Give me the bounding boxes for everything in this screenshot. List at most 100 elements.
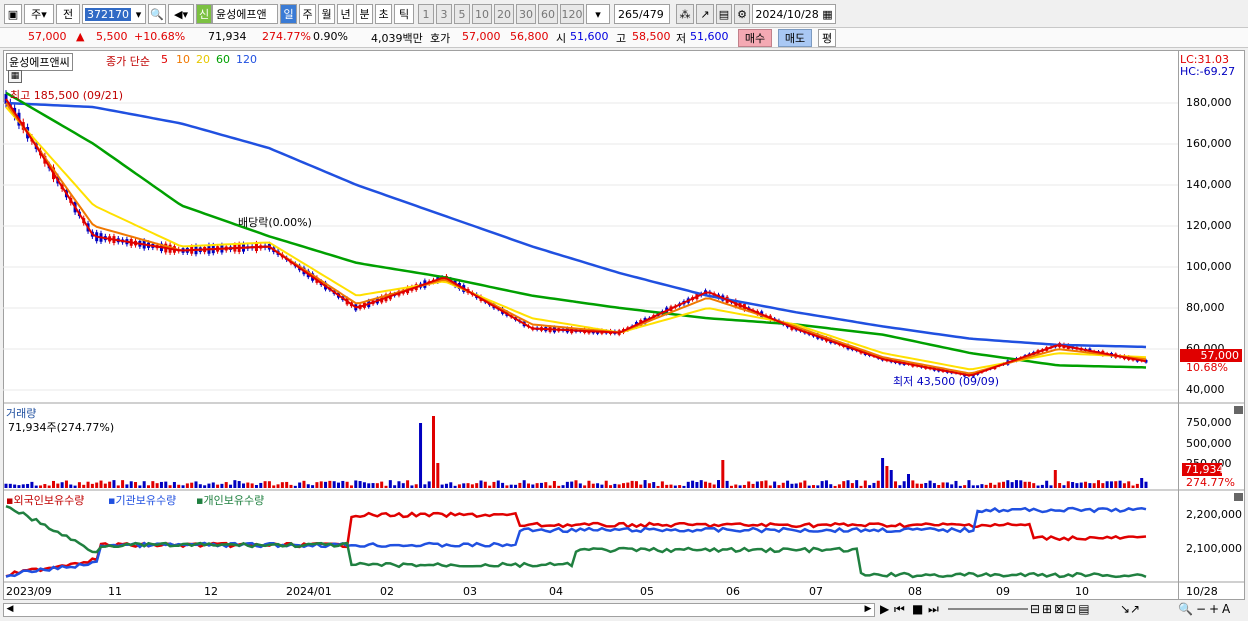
volume-bar-108 bbox=[470, 484, 474, 488]
volume-bar-85 bbox=[371, 483, 375, 488]
volume-bar-31 bbox=[138, 485, 142, 488]
volume-bar-106 bbox=[462, 483, 466, 488]
volume-bar-211 bbox=[915, 483, 919, 488]
volume-bar-0 bbox=[4, 483, 8, 488]
hc-label: HC:-69.27 bbox=[1180, 65, 1236, 78]
nav-rewind-icon[interactable]: ⏮ bbox=[894, 602, 905, 617]
volume-bar-72 bbox=[315, 482, 319, 488]
volume-bar-141 bbox=[613, 483, 617, 488]
volume-bar-87 bbox=[380, 481, 384, 488]
volume-bar-194 bbox=[842, 481, 846, 488]
volume-bar-192 bbox=[833, 485, 837, 488]
volume-bar-137 bbox=[596, 483, 600, 488]
volume-bar-128 bbox=[557, 485, 561, 488]
volume-bar-30 bbox=[134, 482, 138, 488]
volume-bar-229 bbox=[993, 484, 997, 488]
volume-bar-208 bbox=[902, 481, 906, 488]
volume-bar-250 bbox=[1084, 481, 1088, 488]
horizontal-scrollbar[interactable]: ◀ ▶ bbox=[3, 603, 875, 617]
volume-bar-249 bbox=[1079, 482, 1083, 488]
volume-bar-92 bbox=[401, 483, 405, 488]
layout-icons[interactable]: ⊟⊞⊠⊡▤ bbox=[1030, 602, 1092, 616]
ytick-120000: 120,000 bbox=[1186, 219, 1232, 232]
volume-bar-50 bbox=[220, 483, 224, 488]
xtick-8: 06 bbox=[726, 585, 740, 598]
volume-bar-146 bbox=[634, 481, 638, 488]
volume-bar-115 bbox=[501, 482, 505, 488]
volume-bar-180 bbox=[781, 482, 785, 488]
volume-bar-130 bbox=[565, 481, 569, 488]
volume-bar-103 bbox=[449, 482, 453, 488]
volume-bar-112 bbox=[488, 485, 492, 488]
volume-bar-260 bbox=[1127, 481, 1131, 488]
volume-bar-118 bbox=[514, 484, 518, 488]
volume-bar-76 bbox=[332, 481, 336, 488]
volume-bar-62 bbox=[272, 485, 276, 488]
ma60-label: 60 bbox=[216, 53, 230, 66]
volume-bar-109 bbox=[475, 483, 479, 488]
grid-toggle-icon[interactable]: ▦ bbox=[8, 70, 22, 83]
volume-bar-70 bbox=[306, 484, 310, 488]
xtick-6: 04 bbox=[549, 585, 563, 598]
speed-slider[interactable] bbox=[948, 608, 1028, 610]
holding-close-icon[interactable] bbox=[1234, 493, 1243, 501]
volume-bar-259 bbox=[1122, 483, 1126, 488]
volume-bar-143 bbox=[622, 483, 625, 488]
volume-bar-172 bbox=[747, 481, 751, 488]
nav-forward-icon[interactable]: ⏭ bbox=[928, 602, 939, 617]
volume-bar-237 bbox=[1027, 481, 1031, 488]
volume-bar-219 bbox=[950, 484, 954, 488]
volume-bar-119 bbox=[518, 482, 522, 488]
volume-bar-41 bbox=[181, 485, 185, 488]
volume-bar-186 bbox=[807, 485, 811, 488]
zoom-icons[interactable]: 🔍−+A bbox=[1178, 602, 1233, 616]
volume-bar-16 bbox=[73, 485, 77, 488]
volume-bar-209 bbox=[907, 474, 910, 488]
volume-bar-83 bbox=[362, 482, 366, 488]
volume-bar-121 bbox=[527, 483, 530, 488]
volume-bar-159 bbox=[691, 480, 695, 488]
volume-bar-46 bbox=[203, 485, 207, 488]
volume-bar-95 bbox=[414, 484, 418, 488]
volume-bar-42 bbox=[185, 483, 189, 488]
volume-bar-113 bbox=[492, 481, 496, 488]
volume-bar-74 bbox=[324, 481, 328, 488]
volume-bar-195 bbox=[846, 480, 850, 488]
xtick-0: 2023/09 bbox=[6, 585, 52, 598]
draw-tools-icon[interactable]: ↘↗ bbox=[1120, 602, 1140, 616]
nav-next-icon[interactable]: ▶ bbox=[880, 602, 889, 616]
volume-bar-105 bbox=[457, 484, 461, 488]
volume-bar-133 bbox=[578, 483, 582, 488]
volume-bar-145 bbox=[630, 480, 634, 488]
ytick-140000: 140,000 bbox=[1186, 178, 1232, 191]
nav-stop-icon[interactable]: ■ bbox=[912, 602, 923, 616]
scroll-right-icon[interactable]: ▶ bbox=[862, 604, 874, 616]
volume-bar-222 bbox=[963, 485, 967, 488]
volume-bar-3 bbox=[17, 485, 21, 488]
dividend-note: 배당락(0.00%) bbox=[238, 216, 312, 229]
volume-bar-241 bbox=[1045, 480, 1049, 488]
volume-bar-261 bbox=[1131, 485, 1135, 488]
volume-bar-228 bbox=[989, 482, 993, 488]
volume-bar-226 bbox=[980, 484, 984, 488]
ytick-160000: 160,000 bbox=[1186, 137, 1232, 150]
volume-bar-6 bbox=[30, 481, 34, 488]
volume-bar-175 bbox=[760, 481, 764, 488]
scroll-row: ◀ ▶ ▶ ⏮ ■ ⏭ ⊟⊞⊠⊡▤ ↘↗ 🔍−+A bbox=[0, 600, 1248, 621]
hold-ytick-2100000: 2,100,000 bbox=[1186, 542, 1242, 555]
volume-bar-193 bbox=[837, 484, 841, 488]
scroll-left-icon[interactable]: ◀ bbox=[4, 604, 16, 616]
volume-bar-61 bbox=[267, 481, 271, 488]
volume-bar-81 bbox=[354, 480, 358, 488]
volume-bar-173 bbox=[751, 483, 755, 488]
volume-bar-248 bbox=[1075, 483, 1079, 488]
xtick-2: 12 bbox=[204, 585, 218, 598]
low-note: 최저 43,500 (09/09) bbox=[893, 375, 1000, 388]
volume-bar-167 bbox=[725, 480, 729, 488]
volume-bar-165 bbox=[717, 480, 720, 488]
volume-bar-36 bbox=[159, 481, 163, 488]
volume-bar-245 bbox=[1062, 485, 1066, 488]
xtick-10: 08 bbox=[908, 585, 922, 598]
volume-close-icon[interactable] bbox=[1234, 406, 1243, 414]
volume-bar-212 bbox=[919, 483, 923, 488]
